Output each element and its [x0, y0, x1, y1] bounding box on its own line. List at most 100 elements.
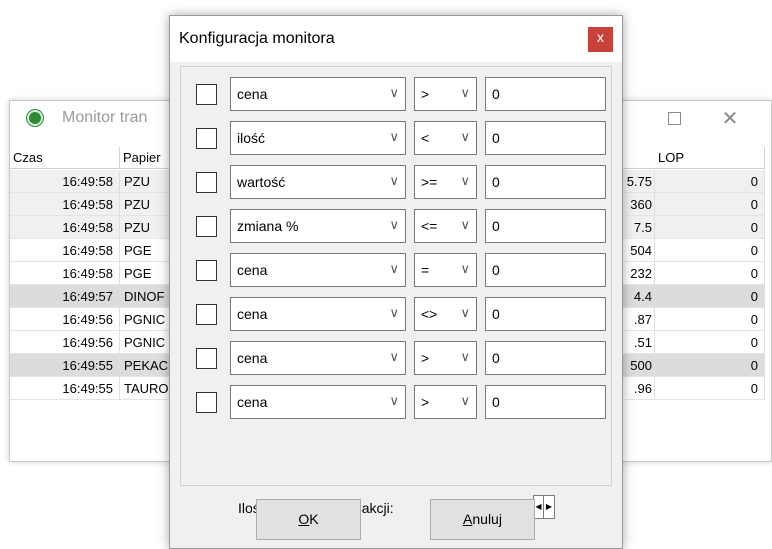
operator-select-value: <> [421, 306, 438, 322]
cell-time: 16:49:55 [10, 377, 120, 400]
operator-select[interactable]: < ∨ [414, 121, 477, 155]
chevron-down-icon: ∨ [460, 306, 470, 321]
operator-select[interactable]: > ∨ [414, 77, 477, 111]
field-select[interactable]: cena ∨ [230, 385, 406, 419]
field-select[interactable]: cena ∨ [230, 341, 406, 375]
threshold-input[interactable]: 0 [485, 209, 606, 243]
ok-button-label: OK [298, 511, 319, 527]
condition-checkbox[interactable] [196, 348, 217, 369]
cell-time: 16:49:58 [10, 170, 120, 193]
app-icon [27, 110, 43, 126]
cell-lop: 0 [655, 170, 765, 193]
cell-value: 5.75 [625, 170, 655, 193]
condition-row: ilość ∨ < ∨ 0 [181, 111, 611, 155]
cell-time: 16:49:57 [10, 285, 120, 308]
operator-select[interactable]: > ∨ [414, 341, 477, 375]
ok-button[interactable]: OK [256, 499, 361, 540]
chevron-down-icon: ∨ [460, 174, 470, 189]
operator-select-value: < [421, 130, 430, 146]
threshold-value: 0 [492, 218, 500, 234]
threshold-value: 0 [492, 262, 500, 278]
field-select[interactable]: ilość ∨ [230, 121, 406, 155]
condition-checkbox[interactable] [196, 392, 217, 413]
threshold-input[interactable]: 0 [485, 253, 606, 287]
chevron-down-icon: ∨ [389, 350, 399, 365]
threshold-input[interactable]: 0 [485, 121, 606, 155]
field-select-value: cena [237, 262, 268, 278]
cell-lop: 0 [655, 239, 765, 262]
operator-select[interactable]: <= ∨ [414, 209, 477, 243]
chevron-down-icon: ∨ [389, 306, 399, 321]
operator-select-value: > [421, 394, 430, 410]
cell-value: 7.5 [625, 216, 655, 239]
operator-select[interactable]: >= ∨ [414, 165, 477, 199]
condition-checkbox[interactable] [196, 128, 217, 149]
operator-select-value: > [421, 86, 430, 102]
monitor-config-dialog: Konfiguracja monitora x cena ∨ > ∨ 0 ilość ∨ < ∨… [169, 15, 623, 549]
operator-select-value: >= [421, 174, 438, 190]
threshold-value: 0 [492, 350, 500, 366]
chevron-down-icon: ∨ [389, 218, 399, 233]
close-icon[interactable]: ✕ [710, 105, 750, 133]
cell-lop: 0 [655, 354, 765, 377]
operator-select-value: <= [421, 218, 438, 234]
cell-lop: 0 [655, 216, 765, 239]
field-select[interactable]: cena ∨ [230, 77, 406, 111]
cell-value: 500 [625, 354, 655, 377]
column-header-lop[interactable]: LOP [655, 147, 765, 169]
cancel-button-label: Anuluj [463, 511, 502, 527]
condition-row: wartość ∨ >= ∨ 0 [181, 155, 611, 199]
field-select-value: cena [237, 306, 268, 322]
threshold-input[interactable]: 0 [485, 341, 606, 375]
field-select-value: zmiana % [237, 218, 299, 234]
operator-select[interactable]: <> ∨ [414, 297, 477, 331]
condition-checkbox[interactable] [196, 260, 217, 281]
cell-time: 16:49:56 [10, 308, 120, 331]
cell-value: .96 [625, 377, 655, 400]
operator-select[interactable]: = ∨ [414, 253, 477, 287]
cell-value: 4.4 [625, 285, 655, 308]
threshold-input[interactable]: 0 [485, 385, 606, 419]
threshold-input[interactable]: 0 [485, 165, 606, 199]
operator-select[interactable]: > ∨ [414, 385, 477, 419]
condition-checkbox[interactable] [196, 172, 217, 193]
field-select[interactable]: cena ∨ [230, 253, 406, 287]
condition-checkbox[interactable] [196, 216, 217, 237]
cell-value: .87 [625, 308, 655, 331]
chevron-down-icon: ∨ [460, 86, 470, 101]
cell-lop: 0 [655, 377, 765, 400]
operator-select-value: > [421, 350, 430, 366]
cancel-button[interactable]: Anuluj [430, 499, 535, 540]
cell-lop: 0 [655, 262, 765, 285]
cell-time: 16:49:58 [10, 193, 120, 216]
threshold-value: 0 [492, 86, 500, 102]
dialog-titlebar: Konfiguracja monitora x [170, 16, 622, 62]
field-select[interactable]: cena ∨ [230, 297, 406, 331]
dialog-close-button[interactable]: x [588, 27, 613, 52]
cell-value: 360 [625, 193, 655, 216]
threshold-input[interactable]: 0 [485, 77, 606, 111]
maximize-icon[interactable] [654, 105, 694, 133]
threshold-value: 0 [492, 394, 500, 410]
field-select[interactable]: zmiana % ∨ [230, 209, 406, 243]
condition-checkbox[interactable] [196, 84, 217, 105]
field-select-value: cena [237, 350, 268, 366]
threshold-value: 0 [492, 174, 500, 190]
field-select-value: wartość [237, 174, 286, 190]
threshold-input[interactable]: 0 [485, 297, 606, 331]
chevron-down-icon: ∨ [389, 86, 399, 101]
condition-checkbox[interactable] [196, 304, 217, 325]
field-select[interactable]: wartość ∨ [230, 165, 406, 199]
spin-left-icon[interactable]: ◀ [534, 496, 544, 518]
cell-time: 16:49:55 [10, 354, 120, 377]
column-header-time[interactable]: Czas [10, 147, 120, 169]
cell-time: 16:49:58 [10, 239, 120, 262]
condition-row: cena ∨ > ∨ 0 [181, 375, 611, 419]
cell-time: 16:49:58 [10, 262, 120, 285]
spin-right-icon[interactable]: ▶ [544, 496, 554, 518]
conditions-panel: cena ∨ > ∨ 0 ilość ∨ < ∨ 0 wartość ∨ >= ∨ 0 zmiana % ∨ <=… [180, 66, 612, 522]
chevron-down-icon: ∨ [460, 350, 470, 365]
recent-transactions-spinner[interactable]: ◀ ▶ [533, 495, 555, 519]
chevron-down-icon: ∨ [460, 262, 470, 277]
threshold-value: 0 [492, 130, 500, 146]
